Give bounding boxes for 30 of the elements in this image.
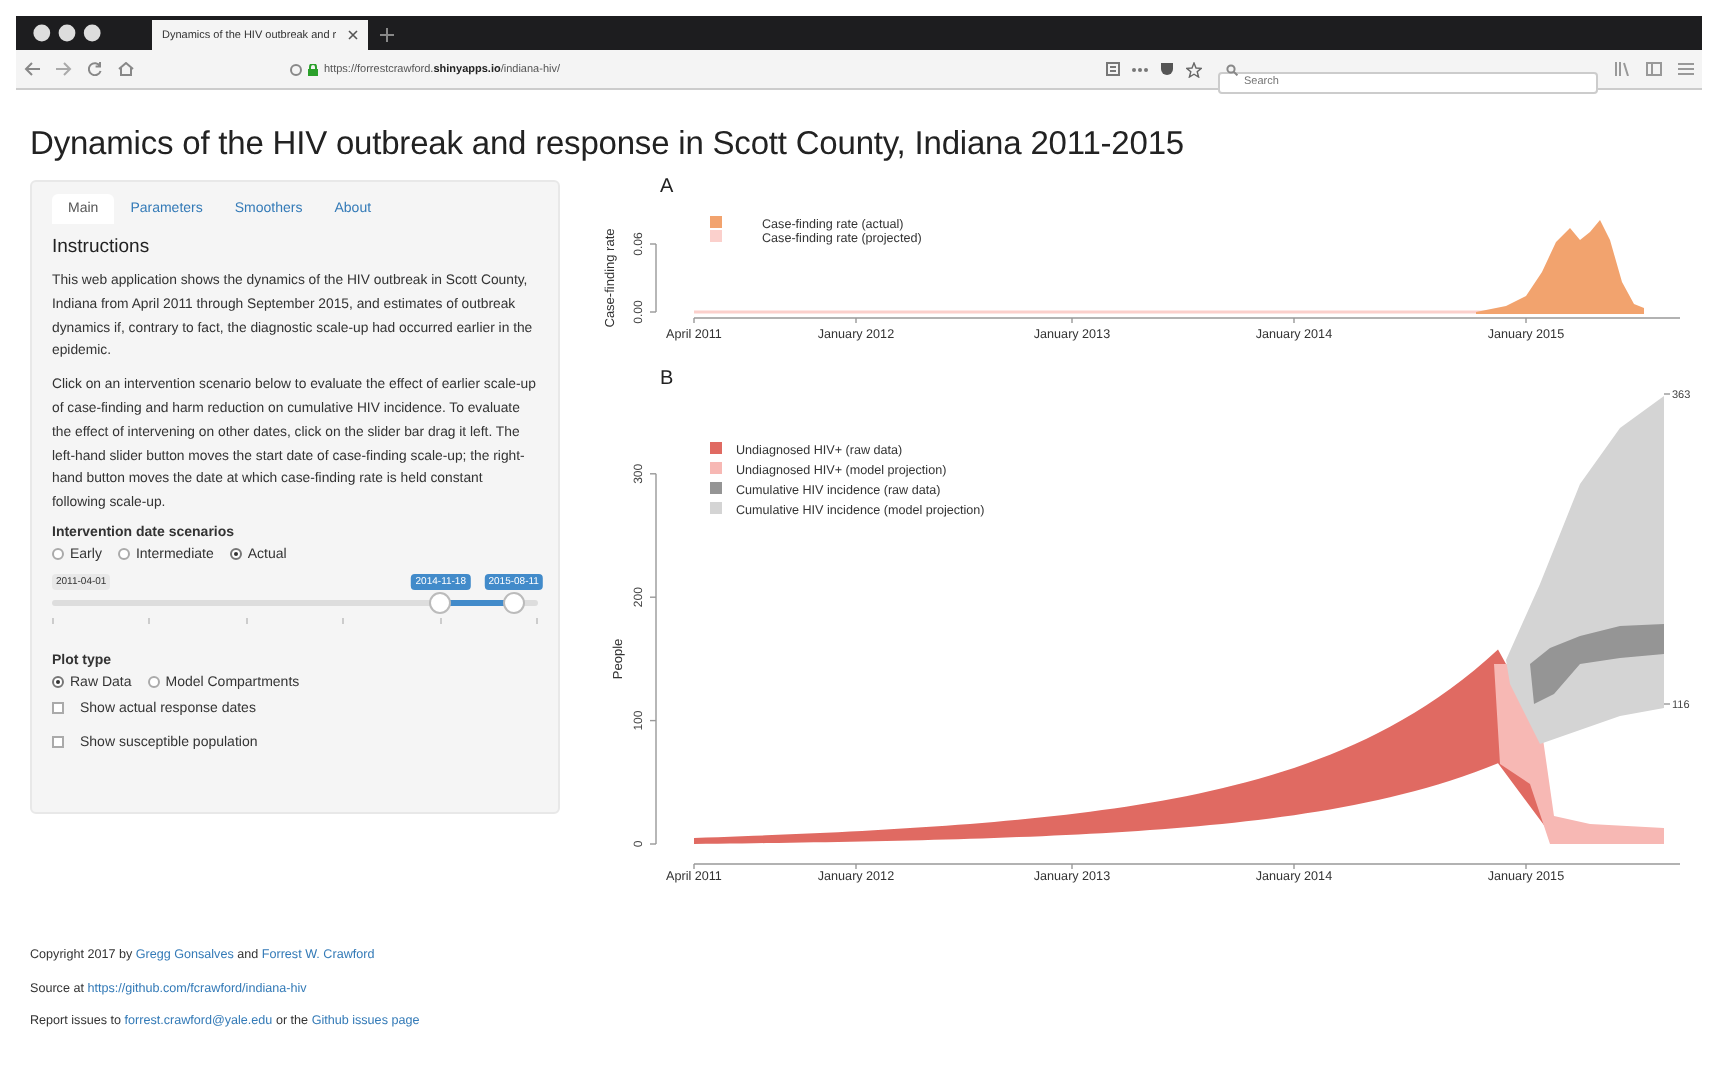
radio-button[interactable]: [52, 548, 64, 561]
new-tab-icon[interactable]: [380, 28, 394, 42]
radio-button[interactable]: [229, 548, 242, 561]
panel-letter: A: [660, 176, 674, 198]
star-icon[interactable]: [1186, 61, 1202, 77]
y-axis: [649, 243, 657, 313]
section-heading: Instructions: [52, 236, 152, 258]
reload-icon[interactable]: [88, 62, 102, 76]
page-title: Dynamics of the HIV outbreak and response in Scott County, Indiana 2011-2015: [30, 126, 1186, 164]
slider-handle[interactable]: [429, 591, 452, 614]
search-icon: [1226, 63, 1238, 75]
home-icon[interactable]: [118, 62, 134, 76]
checkbox[interactable]: [52, 702, 64, 715]
close-icon[interactable]: [348, 30, 358, 40]
back-icon[interactable]: [24, 62, 40, 76]
radio-button[interactable]: [52, 676, 64, 689]
lock-icon: [308, 63, 318, 75]
radio-button[interactable]: [147, 676, 160, 689]
checkbox[interactable]: [52, 736, 64, 749]
incidence-band: [1530, 624, 1664, 704]
radio-button[interactable]: [117, 548, 130, 561]
reader-view-icon[interactable]: [1106, 62, 1120, 76]
library-icon[interactable]: [1614, 62, 1630, 76]
shield-icon[interactable]: [1160, 62, 1174, 76]
slider-handle[interactable]: [502, 591, 525, 614]
info-icon[interactable]: [290, 63, 302, 75]
sidebar-icon[interactable]: [1646, 62, 1662, 76]
forward-icon[interactable]: [56, 62, 72, 76]
menu-icon[interactable]: [1678, 62, 1694, 76]
panel-letter: B: [660, 368, 674, 390]
